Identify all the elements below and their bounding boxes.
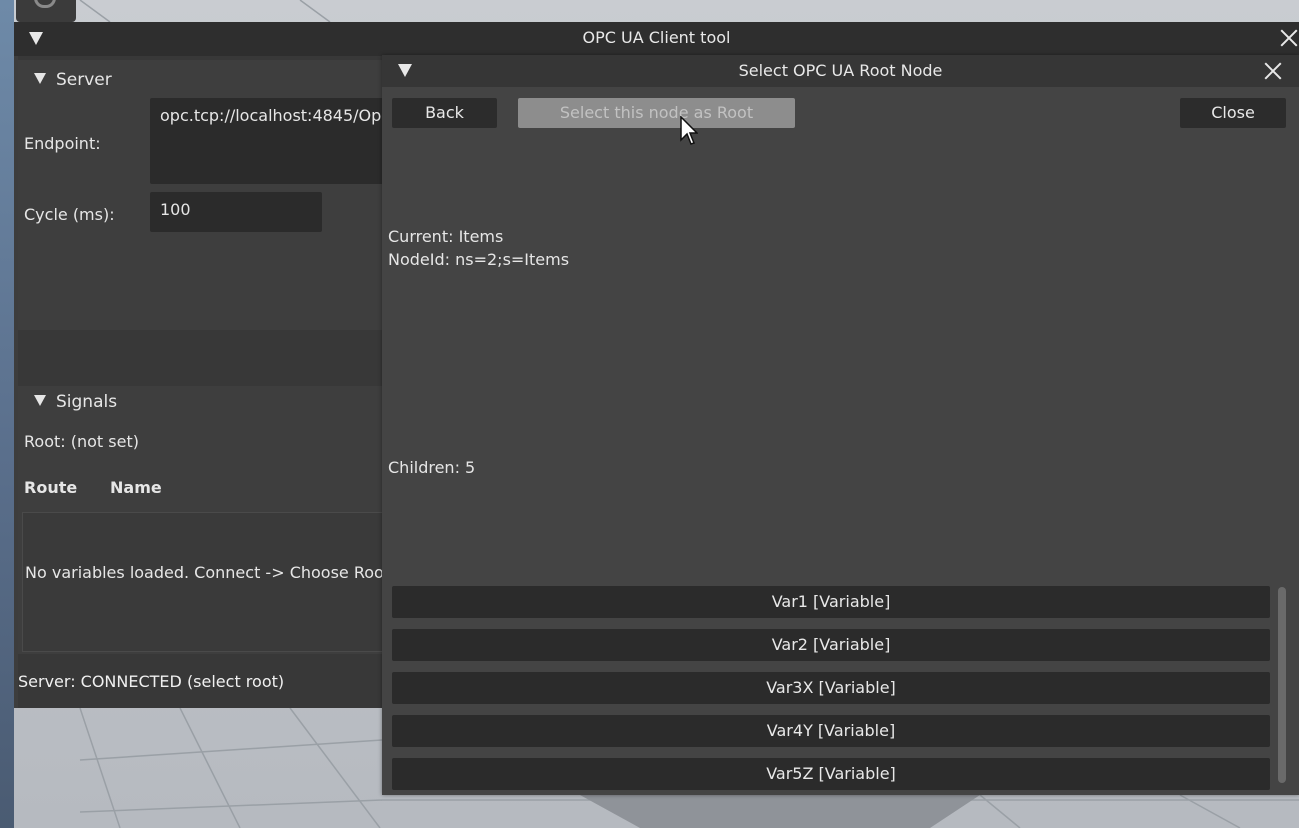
current-node-id: NodeId: ns=2;s=Items xyxy=(388,250,570,269)
server-header-label: Server xyxy=(56,70,112,90)
child-node-button[interactable]: Var4Y [Variable] xyxy=(392,715,1270,747)
modal-title: Select OPC UA Root Node xyxy=(738,61,943,80)
select-root-button[interactable]: Select this node as Root xyxy=(518,98,795,128)
signals-header[interactable]: Signals xyxy=(34,392,117,416)
child-node-button[interactable]: Var5Z [Variable] xyxy=(392,758,1270,790)
root-status: Root: (not set) xyxy=(24,432,139,451)
children-count: Children: 5 xyxy=(388,458,476,477)
cycle-label: Cycle (ms): xyxy=(24,205,115,224)
close-icon[interactable] xyxy=(1280,29,1298,47)
signals-header-label: Signals xyxy=(56,392,118,412)
empty-variables-message: No variables loaded. Connect -> Choose R… xyxy=(25,563,384,582)
close-button[interactable]: Close xyxy=(1180,98,1286,128)
select-root-node-dialog: Select OPC UA Root Node Back Select this… xyxy=(382,55,1299,795)
close-icon[interactable] xyxy=(1264,62,1282,80)
tool-title: OPC UA Client tool xyxy=(582,28,731,47)
column-header-route[interactable]: Route xyxy=(24,478,77,497)
current-node: Current: Items xyxy=(388,227,504,246)
signals-section: Signals Root: (not set) Route Name No va… xyxy=(18,386,398,654)
child-node-button[interactable]: Var2 [Variable] xyxy=(392,629,1270,661)
modal-titlebar[interactable]: Select OPC UA Root Node xyxy=(382,55,1299,87)
tool-titlebar[interactable]: OPC UA Client tool xyxy=(14,22,1299,56)
child-node-button[interactable]: Var3X [Variable] xyxy=(392,672,1270,704)
child-node-button[interactable]: Var1 [Variable] xyxy=(392,586,1270,618)
variables-table: No variables loaded. Connect -> Choose R… xyxy=(22,512,398,652)
server-status: Server: CONNECTED (select root) xyxy=(18,672,285,691)
cycle-input[interactable]: 100 xyxy=(150,192,322,232)
server-header[interactable]: Server xyxy=(34,70,112,94)
endpoint-label: Endpoint: xyxy=(24,134,101,153)
collapse-triangle-icon xyxy=(34,394,46,406)
column-header-name[interactable]: Name xyxy=(110,478,162,497)
children-scrollbar[interactable] xyxy=(1278,587,1286,783)
app-tab-icon xyxy=(34,0,56,8)
endpoint-input[interactable]: opc.tcp://localhost:4845/Op xyxy=(150,98,398,184)
mouse-cursor-icon xyxy=(680,116,698,145)
desktop-edge xyxy=(0,0,14,828)
back-button[interactable]: Back xyxy=(392,98,497,128)
app-tab[interactable] xyxy=(16,0,76,22)
server-section: Server Endpoint: opc.tcp://localhost:484… xyxy=(18,60,398,330)
collapse-triangle-icon xyxy=(34,72,46,84)
